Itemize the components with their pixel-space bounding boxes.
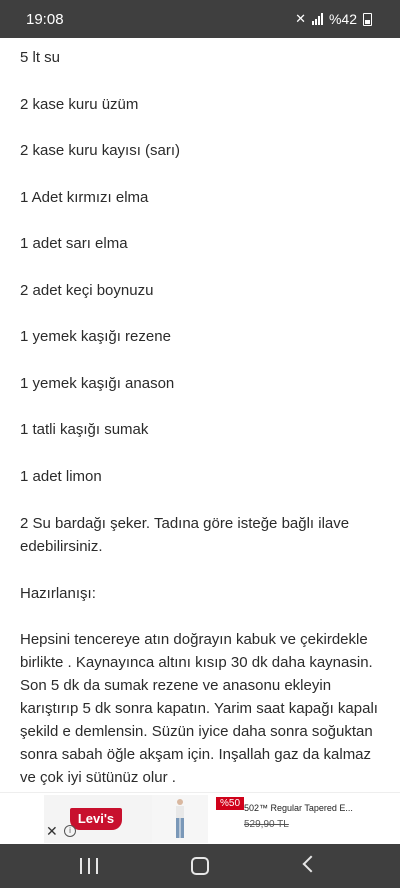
info-icon[interactable]: i	[64, 825, 76, 837]
battery-percent: %42	[328, 11, 357, 27]
mute-icon: ✕	[295, 11, 306, 26]
ingredient-item: 1 yemek kaşığı anason	[20, 375, 175, 392]
back-icon[interactable]	[302, 855, 320, 873]
ad-logo-area[interactable]: Levi's	[44, 795, 152, 843]
ingredient-item: 2 adet keçi boynuzu	[20, 282, 154, 299]
method-text: Hepsini tencereye atın doğrayın kabuk ve…	[20, 631, 378, 786]
ingredient-item: 2 Su bardağı şeker. Tadına göre isteğe b…	[20, 515, 350, 555]
home-icon[interactable]	[191, 857, 209, 875]
ingredient-item: 1 adet limon	[20, 468, 102, 485]
levis-logo: Levi's	[70, 808, 122, 830]
battery-icon	[363, 12, 372, 26]
product-price: 529,90 TL	[244, 819, 289, 830]
ingredient-item: 1 Adet kırmızı elma	[20, 189, 149, 206]
ingredient-item: 1 adet sarı elma	[20, 235, 128, 252]
method-heading: Hazırlanışı:	[20, 585, 96, 602]
person-icon	[176, 799, 184, 838]
ad-content[interactable]: Levi's %50 502™ Regular Tapered E... 529…	[44, 795, 354, 843]
signal-icon	[311, 13, 323, 25]
ingredient-item: 5 lt su	[20, 49, 61, 66]
ingredient-item: 2 kase kuru üzüm	[20, 96, 139, 113]
navigation-bar	[0, 844, 400, 888]
status-time: 19:08	[26, 11, 64, 28]
recent-apps-icon[interactable]	[80, 858, 98, 874]
discount-badge: %50	[216, 797, 245, 810]
status-bar: 19:08 ✕ %42	[0, 0, 400, 38]
ad-banner[interactable]: Levi's %50 502™ Regular Tapered E... 529…	[0, 792, 400, 845]
product-title[interactable]: 502™ Regular Tapered E...	[244, 803, 353, 813]
ingredient-item: 2 kase kuru kayısı (sarı)	[20, 142, 181, 159]
recipe-content: 5 lt su 2 kase kuru üzüm 2 kase kuru kay…	[20, 38, 388, 792]
close-icon[interactable]: ✕	[46, 823, 58, 840]
status-icons: ✕ %42	[295, 11, 372, 27]
product-image[interactable]	[152, 795, 208, 843]
ingredient-item: 1 yemek kaşığı rezene	[20, 328, 171, 345]
ingredient-item: 1 tatli kaşığı sumak	[20, 421, 149, 438]
